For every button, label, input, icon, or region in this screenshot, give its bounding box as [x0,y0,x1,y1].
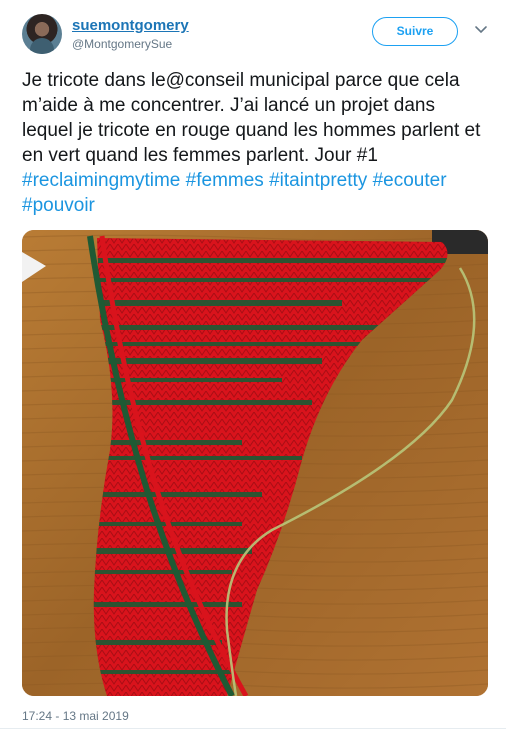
knitting-photo [22,230,488,696]
hashtag-link[interactable]: #pouvoir [22,195,95,216]
tweet-photo[interactable] [22,230,488,696]
chevron-down-icon[interactable] [474,25,488,35]
tweet-text: Je tricote dans le@conseil municipal par… [22,68,490,218]
hashtag-link[interactable]: #reclaimingmytime [22,170,180,191]
tweet-body: Je tricote dans le@conseil municipal par… [22,70,481,166]
user-name[interactable]: suemontgomery [72,17,189,34]
hashtag-link[interactable]: #femmes [186,170,264,191]
divider [0,728,506,729]
user-handle[interactable]: @MontgomerySue [72,37,172,51]
avatar[interactable] [22,14,62,54]
tweet-header: suemontgomery @MontgomerySue Suivre [22,14,492,58]
follow-button[interactable]: Suivre [372,17,458,46]
tweet-timestamp[interactable]: 17:24 - 13 mai 2019 [22,709,129,723]
hashtag-link[interactable]: #ecouter [373,170,447,191]
hashtag-link[interactable]: #itaintpretty [269,170,367,191]
